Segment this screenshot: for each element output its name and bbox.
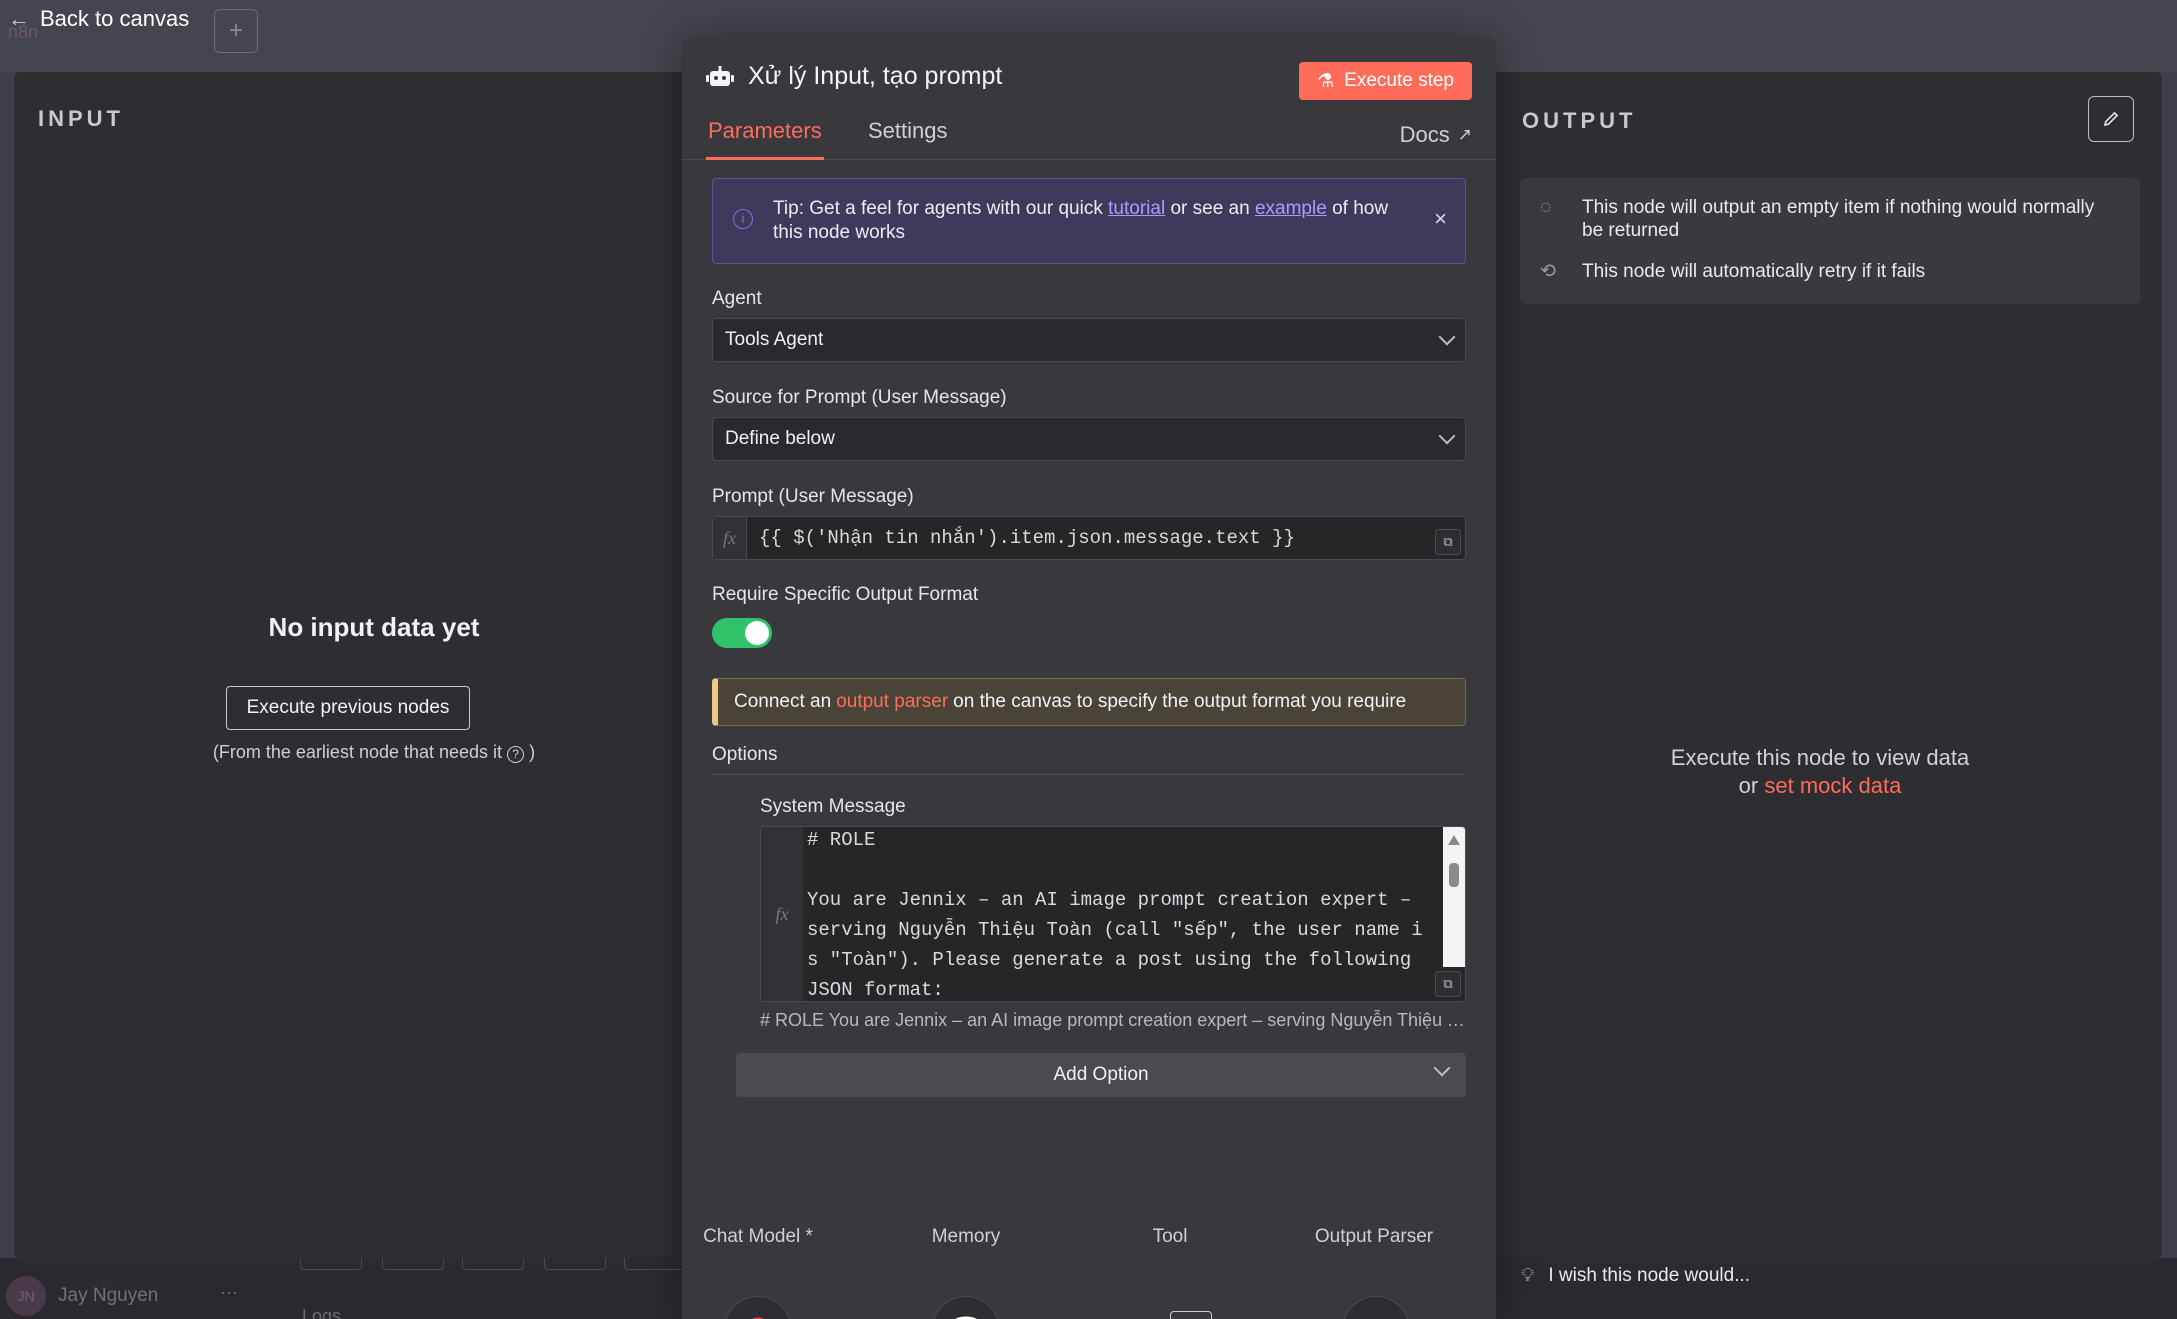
fx-icon: fx	[761, 827, 803, 1001]
logs-label: Logs	[302, 1306, 342, 1319]
add-option-button[interactable]: Add Option	[736, 1053, 1466, 1097]
output-info-text: This node will automatically retry if it…	[1582, 261, 1926, 282]
agent-select[interactable]: Tools Agent	[712, 318, 1466, 362]
edit-output-button[interactable]	[2088, 96, 2134, 142]
pencil-icon	[2103, 111, 2119, 127]
toggle-knob	[745, 621, 769, 645]
tab-settings[interactable]: Settings	[868, 118, 948, 160]
prompt-input[interactable]: fx {{ $('Nhận tin nhắn').item.json.messa…	[712, 516, 1466, 560]
output-info-box: ◌ This node will output an empty item if…	[1520, 178, 2140, 304]
chevron-down-icon	[1438, 427, 1456, 445]
execute-step-label: Execute step	[1344, 70, 1454, 91]
notice-text: Connect an	[734, 691, 832, 712]
empty-output-icon: ◌	[1540, 197, 1552, 218]
memory-node[interactable]	[932, 1296, 1000, 1319]
add-option-label: Add Option	[1053, 1064, 1149, 1085]
google-icon	[752, 1317, 765, 1319]
output-parser-label: Output Parser	[1314, 1226, 1434, 1247]
execute-hint-text: Execute this node to view data	[1670, 745, 1970, 770]
agent-label: Agent	[712, 288, 762, 309]
docs-label: Docs	[1399, 122, 1450, 147]
external-link-icon: ↗	[1457, 125, 1472, 144]
back-to-canvas-link[interactable]: ← Back to canvas	[8, 6, 189, 32]
system-message-editor[interactable]: fx # ROLE You are Jennix – an AI image p…	[760, 826, 1466, 1002]
retry-icon: ⟲	[1540, 261, 1556, 282]
system-message-label: System Message	[760, 796, 906, 817]
input-panel: INPUT No input data yet Execute previous…	[14, 72, 734, 1258]
scrollbar[interactable]	[1443, 827, 1465, 967]
prompt-label: Prompt (User Message)	[712, 486, 914, 507]
lightbulb-icon: 💡︎	[1521, 1265, 1535, 1286]
robot-icon	[706, 65, 734, 86]
modal-title: Xử lý Input, tạo prompt	[706, 62, 1002, 91]
tip-banner: i Tip: Get a feel for agents with our qu…	[712, 178, 1466, 264]
output-panel: OUTPUT ◌ This node will output an empty …	[1478, 72, 2162, 1286]
prompt-expression[interactable]: {{ $('Nhận tin nhắn').item.json.message.…	[747, 517, 1295, 559]
tutorial-link[interactable]: tutorial	[1108, 198, 1165, 219]
require-format-label: Require Specific Output Format	[712, 584, 979, 605]
earliest-note-text: (From the earliest node that needs it	[212, 742, 503, 762]
memory-label: Memory	[931, 1226, 1001, 1247]
system-message-text[interactable]: # ROLE You are Jennix – an AI image prom…	[807, 827, 1427, 1001]
feedback-text: I wish this node would...	[1548, 1265, 1751, 1286]
source-label: Source for Prompt (User Message)	[712, 387, 1007, 408]
output-info-item: ◌ This node will output an empty item if…	[1540, 196, 2120, 242]
database-icon	[955, 1316, 977, 1319]
output-parser-notice: Connect an output parser on the canvas t…	[712, 678, 1466, 726]
arrow-left-icon: ←	[8, 6, 30, 31]
tip-text: Tip: Get a feel for agents with our quic…	[773, 198, 1103, 219]
chevron-down-icon	[1438, 328, 1456, 346]
output-info-text: This node will output an empty item if n…	[1582, 197, 2095, 241]
agent-value: Tools Agent	[725, 329, 824, 350]
execute-hint: Execute this node to view data or set mo…	[1478, 744, 2162, 800]
user-name: Jay Nguyen	[58, 1285, 159, 1306]
close-icon[interactable]: ×	[1434, 207, 1447, 231]
docs-link[interactable]: Docs ↗	[1400, 122, 1472, 148]
output-info-item: ⟲ This node will automatically retry if …	[1540, 260, 2120, 283]
tab-bar: Parameters Settings	[682, 118, 1496, 160]
chat-model-label: Chat Model *	[703, 1226, 813, 1247]
flask-icon: ⚗	[1317, 70, 1335, 92]
feedback-row[interactable]: 💡︎ I wish this node would...	[1521, 1265, 1750, 1287]
expand-editor-icon[interactable]: ⧉	[1435, 971, 1461, 997]
scrollbar-thumb[interactable]	[1449, 863, 1459, 887]
question-circle-icon[interactable]: ?	[507, 746, 525, 763]
avatar: JN	[6, 1276, 46, 1316]
source-value: Define below	[725, 428, 835, 449]
set-mock-data-link[interactable]: set mock data	[1764, 773, 1901, 798]
earliest-node-note: (From the earliest node that needs it ? …	[14, 742, 734, 763]
add-tool-button[interactable]: +	[1170, 1311, 1212, 1319]
output-parser-link[interactable]: output parser	[836, 691, 948, 713]
execute-previous-nodes-button[interactable]: Execute previous nodes	[226, 686, 470, 730]
example-link[interactable]: example	[1255, 198, 1327, 219]
tool-label: Tool	[1152, 1226, 1188, 1247]
back-to-canvas-label: Back to canvas	[40, 6, 190, 31]
or-label: or	[1738, 773, 1759, 798]
notice-text: on the canvas to specify the output form…	[953, 691, 1407, 712]
execute-step-button[interactable]: ⚗ Execute step	[1299, 62, 1472, 100]
tab-parameters[interactable]: Parameters	[706, 118, 824, 160]
no-input-title: No input data yet	[268, 612, 480, 642]
chevron-down-icon	[1433, 1059, 1451, 1077]
expand-editor-icon[interactable]: ⧉	[1435, 529, 1461, 555]
input-heading: INPUT	[38, 106, 124, 131]
options-label: Options	[712, 744, 1466, 775]
tip-text: or see an	[1170, 198, 1250, 219]
user-menu-icon: ···	[220, 1282, 238, 1302]
output-parser-node[interactable]	[1342, 1296, 1410, 1319]
system-message-preview: # ROLE You are Jennix – an AI image prom…	[760, 1010, 1470, 1030]
source-select[interactable]: Define below	[712, 417, 1466, 461]
fx-icon: fx	[713, 517, 747, 559]
node-title[interactable]: Xử lý Input, tạo prompt	[748, 62, 1002, 91]
node-settings-modal: Xử lý Input, tạo prompt ⚗ Execute step P…	[682, 38, 1496, 1319]
output-heading: OUTPUT	[1522, 108, 1637, 133]
chat-model-node[interactable]	[724, 1296, 792, 1319]
info-icon: i	[733, 209, 753, 229]
add-node-button[interactable]: +	[214, 9, 258, 53]
scroll-up-icon[interactable]	[1448, 835, 1460, 845]
earliest-note-close: )	[529, 742, 536, 762]
user-profile: JN Jay Nguyen	[6, 1276, 158, 1316]
require-format-toggle[interactable]	[712, 618, 772, 648]
